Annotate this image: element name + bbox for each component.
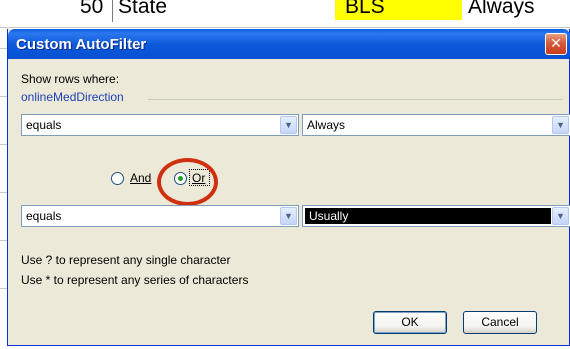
condition2-value-select[interactable]: Usually ▼ — [302, 205, 570, 227]
bls-cell-text: BLS — [345, 0, 385, 18]
dialog-titlebar[interactable]: Custom AutoFilter ✕ — [8, 29, 570, 59]
hint-single-char: Use ? to represent any single character — [21, 253, 231, 267]
and-underline: And — [130, 171, 152, 185]
close-icon[interactable]: ✕ — [545, 33, 567, 55]
field-name-label: onlineMedDirection — [21, 90, 124, 104]
always-cell: Always — [468, 0, 535, 18]
ok-button[interactable]: OK — [373, 311, 447, 334]
condition1-operator-select[interactable]: equals ▼ — [21, 114, 299, 136]
chevron-down-icon[interactable]: ▼ — [552, 116, 569, 134]
condition1-operator-value: equals — [26, 118, 62, 132]
condition2-operator-value: equals — [26, 209, 62, 223]
row-number-cell: 50 — [80, 0, 104, 18]
condition2-value[interactable]: Usually — [309, 209, 348, 223]
and-radio-label[interactable]: And — [130, 171, 151, 185]
chevron-down-icon[interactable]: ▼ — [280, 207, 297, 225]
hint-series-chars: Use * to represent any series of charact… — [21, 273, 249, 287]
chevron-down-icon[interactable]: ▼ — [280, 116, 297, 134]
spreadsheet-row: 50 State BLS Always — [0, 0, 570, 28]
condition1-value: Always — [307, 118, 346, 132]
show-rows-label: Show rows where: — [21, 72, 120, 86]
condition2-operator-select[interactable]: equals ▼ — [21, 205, 299, 227]
dialog-title: Custom AutoFilter — [16, 36, 147, 53]
annotation-circle — [157, 158, 218, 206]
chevron-down-icon[interactable]: ▼ — [552, 207, 569, 225]
state-cell: State — [118, 0, 168, 18]
group-divider — [148, 99, 563, 100]
custom-autofilter-dialog: Custom AutoFilter ✕ Show rows where: onl… — [7, 29, 570, 346]
bls-cell: BLS — [335, 0, 462, 20]
cancel-button[interactable]: Cancel — [463, 311, 537, 334]
cell-divider — [112, 0, 113, 22]
condition1-value-select[interactable]: Always ▼ — [302, 114, 570, 136]
and-radio[interactable] — [111, 172, 124, 185]
